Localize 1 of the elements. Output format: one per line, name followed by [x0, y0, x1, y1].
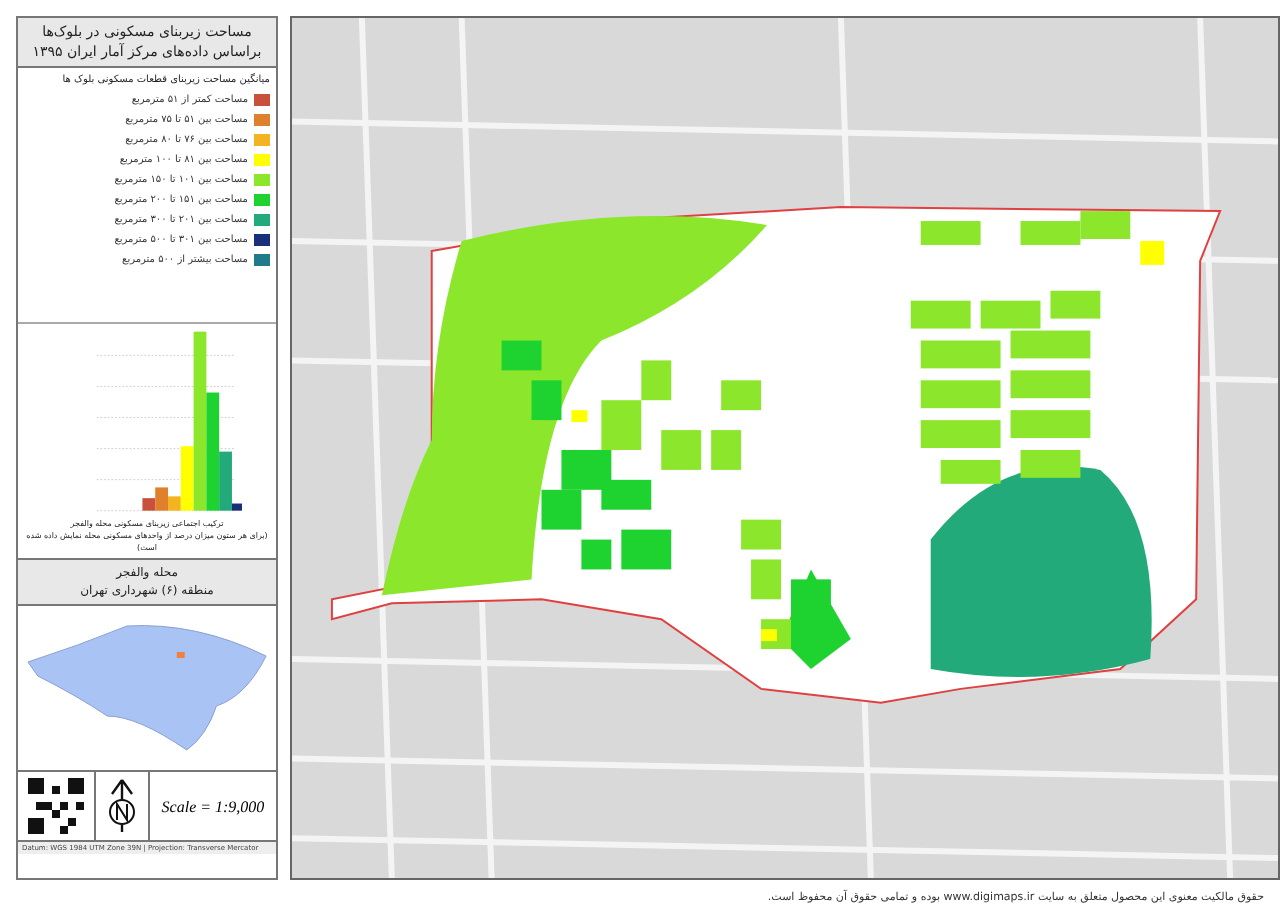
scale-text: Scale = 1:9,000 — [161, 797, 265, 815]
